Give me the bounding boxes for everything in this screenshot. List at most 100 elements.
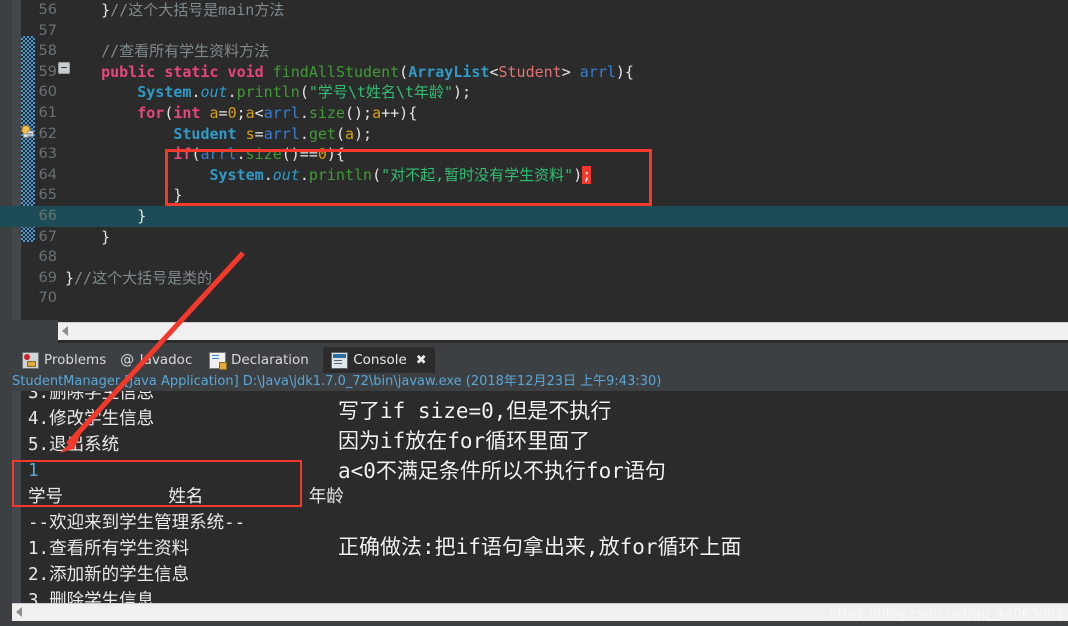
- line-number: 66: [38, 207, 57, 224]
- code-token: //查看所有学生资料方法: [101, 42, 270, 61]
- code-token: a: [372, 103, 382, 122]
- console-output-lines: 3.删除学生信息 4.修改学生信息 5.退出系统 1 学号 姓名 年龄 --欢迎来到学生管…: [28, 391, 344, 604]
- code-token: );: [354, 124, 373, 143]
- line-number: 57: [38, 22, 57, 39]
- code-token: .: [299, 165, 309, 184]
- line-number: 67: [38, 228, 57, 245]
- console-line: --欢迎来到学生管理系统--: [28, 513, 246, 533]
- code-token: ();: [344, 103, 373, 122]
- code-token: }: [65, 206, 147, 225]
- code-line[interactable]: 57: [21, 21, 1068, 42]
- console-line: 1.查看所有学生资料: [28, 539, 190, 559]
- editor-left-frame: [0, 0, 12, 343]
- code-token: 0: [317, 145, 327, 164]
- code-line[interactable]: 64 System.out.println("对不起,暂时没有学生资料");: [21, 165, 1068, 186]
- console-process-label: StudentManager [Java Application] D:\Jav…: [12, 374, 662, 389]
- code-lines-container[interactable]: 56 }//这个大括号是main方法 57 58 //查看所有学生资料方法 59 pu…: [0, 0, 1068, 320]
- annotation-ruler[interactable]: [12, 0, 21, 320]
- at-icon: @: [120, 351, 135, 368]
- tab-declaration[interactable]: Declaration: [201, 347, 317, 373]
- code-token: a: [245, 103, 255, 122]
- code-text: public static void findAllStudent(ArrayL…: [65, 62, 634, 83]
- tab-label: Problems: [44, 352, 107, 368]
- code-token: System: [137, 83, 192, 102]
- code-line[interactable]: 60 System.out.println("学号\t姓名\t年龄");: [21, 82, 1068, 103]
- line-number: 58: [38, 43, 57, 60]
- code-line[interactable]: 62 Student s=arrl.get(a);: [21, 124, 1068, 145]
- code-token: size: [308, 103, 345, 122]
- code-token: }: [65, 1, 111, 19]
- code-token: }: [65, 186, 183, 205]
- tab-label: Console: [353, 352, 407, 368]
- line-number: 63: [38, 146, 57, 163]
- code-text: }: [65, 206, 146, 227]
- line-number: 60: [38, 84, 57, 101]
- console-ruler: [12, 391, 21, 604]
- code-token: .: [263, 165, 273, 184]
- editor-horizontal-scrollbar[interactable]: [58, 322, 1068, 340]
- code-text: Student s=arrl.get(a);: [65, 124, 372, 145]
- code-token: out: [200, 83, 228, 102]
- code-text: }: [65, 185, 182, 206]
- code-token: Student: [498, 62, 562, 81]
- code-line[interactable]: 63 if(arrl.size()==0){: [21, 144, 1068, 165]
- console-scroll-left-arrow-icon[interactable]: [16, 607, 22, 617]
- tab-problems[interactable]: Problems: [14, 347, 114, 373]
- scroll-left-arrow-icon[interactable]: [62, 326, 68, 336]
- view-tab-bar[interactable]: Problems @ Javadoc Declaration Console ✖: [0, 343, 1068, 373]
- tab-label: Javadoc: [139, 352, 193, 368]
- code-text: for(int a=0;a<arrl.size();a++){: [65, 103, 417, 124]
- annotation-note-solution: 正确做法:把if语句拿出来,放for循环上面: [338, 535, 742, 559]
- code-line[interactable]: 65 }: [21, 185, 1068, 206]
- line-number: 59: [38, 63, 57, 80]
- code-token: ){: [326, 145, 345, 164]
- code-token: }: [65, 227, 111, 246]
- code-token: ()==: [281, 145, 318, 164]
- code-token: public static void: [101, 62, 273, 81]
- code-editor[interactable]: 56 }//这个大括号是main方法 57 58 //查看所有学生资料方法 59 pu…: [0, 0, 1068, 343]
- code-line[interactable]: 59 public static void findAllStudent(Arr…: [21, 62, 1068, 83]
- line-number: 70: [38, 290, 57, 307]
- code-token: 0: [227, 103, 237, 122]
- code-line[interactable]: 61 for(int a=0;a<arrl.size();a++){: [21, 103, 1068, 124]
- code-token: .: [299, 103, 309, 122]
- console-line: 3.删除学生信息: [28, 591, 155, 604]
- close-icon[interactable]: ✖: [416, 353, 427, 368]
- warning-bulb-icon[interactable]: [20, 125, 34, 139]
- code-text: }: [65, 227, 110, 248]
- code-token: //这个大括号是main方法: [110, 1, 285, 19]
- code-line[interactable]: 69}//这个大括号是类的: [21, 268, 1068, 289]
- code-token: .: [299, 124, 309, 143]
- tab-console[interactable]: Console ✖: [323, 347, 435, 373]
- code-line[interactable]: 58 //查看所有学生资料方法: [21, 41, 1068, 62]
- code-line[interactable]: 56 }//这个大括号是main方法: [21, 0, 1068, 21]
- code-token: (: [335, 124, 345, 143]
- code-token: ): [573, 165, 583, 184]
- code-token: (: [372, 165, 382, 184]
- code-token: "学号\t姓名\t年龄": [308, 83, 454, 102]
- code-token: get: [308, 124, 336, 143]
- code-token: System: [209, 165, 264, 184]
- tab-label: Declaration: [231, 352, 309, 368]
- code-line[interactable]: 68: [21, 247, 1068, 268]
- code-line[interactable]: 67 }: [21, 227, 1068, 248]
- line-number: 61: [38, 104, 57, 121]
- code-token: for: [137, 103, 165, 122]
- code-token: Student: [173, 124, 237, 143]
- code-line[interactable]: 66 }: [0, 205, 1068, 227]
- code-token: <: [254, 103, 264, 122]
- code-token: ArrayList: [408, 62, 490, 81]
- code-text: }//这个大括号是类的: [65, 268, 212, 289]
- fold-collapse-icon[interactable]: [58, 62, 70, 74]
- watermark-url: https://blog.csdn.net/qq_44063001: [829, 607, 1064, 622]
- code-token: "对不起,暂时没有学生资料": [381, 165, 574, 184]
- code-token: <: [489, 62, 499, 81]
- tab-javadoc[interactable]: @ Javadoc: [112, 347, 201, 373]
- code-token: int: [173, 103, 210, 122]
- code-line[interactable]: 70: [21, 288, 1068, 309]
- code-token: ;: [582, 165, 592, 184]
- code-text: System.out.println("学号\t姓名\t年龄");: [65, 82, 471, 103]
- code-token: .: [227, 83, 237, 102]
- line-number: 56: [38, 2, 57, 18]
